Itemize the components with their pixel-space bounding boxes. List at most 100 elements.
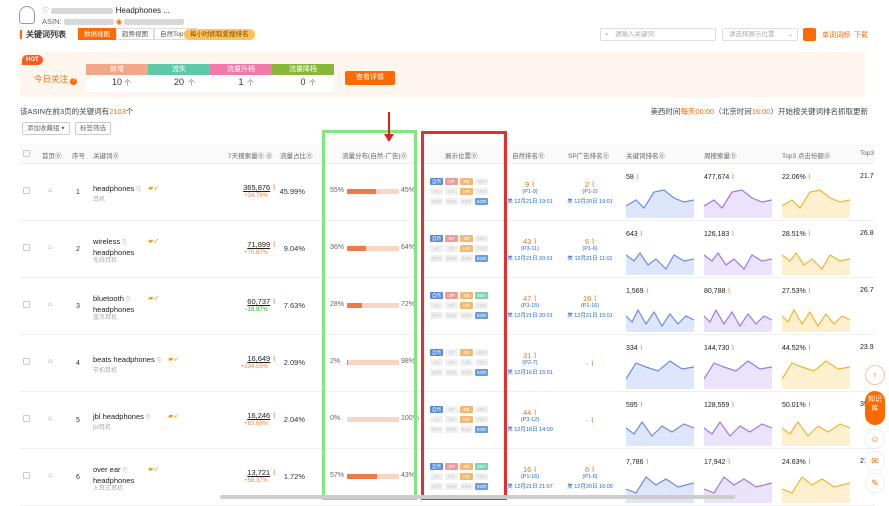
position-chip: SB: [460, 463, 473, 470]
natural-rank[interactable]: 9 ⌇: [504, 180, 556, 189]
row-checkbox[interactable]: [23, 187, 30, 194]
customer-service-icon[interactable]: ☺: [865, 429, 885, 449]
keyword-text[interactable]: over ear ⎘ headphones: [93, 465, 134, 485]
natural-rank[interactable]: 43 ⌇: [504, 237, 556, 246]
position-chip: 自然: [430, 349, 443, 356]
heart-icon[interactable]: ♡: [42, 6, 49, 15]
tag-icon[interactable]: ⌂: [48, 358, 52, 365]
folder-icon[interactable]: ▰➶: [148, 465, 159, 473]
tag-filter-button[interactable]: 标签筛选: [75, 122, 111, 135]
th-top3[interactable]: Top3 点击份额⓪: [782, 150, 830, 160]
position-chip: SP: [445, 292, 458, 299]
weekly-volume-sparkline[interactable]: [704, 292, 772, 332]
th-natural[interactable]: 自然排名⓪: [512, 150, 545, 160]
tag-icon[interactable]: ⌂: [48, 244, 52, 251]
row-index: 2: [76, 246, 80, 253]
weekly-volume-sparkline[interactable]: [704, 406, 772, 446]
top3-share-sparkline[interactable]: [782, 349, 850, 389]
tab-data-view[interactable]: 数据视图: [78, 28, 116, 40]
natural-rank[interactable]: 31 ⌇: [504, 351, 556, 360]
row-checkbox[interactable]: [23, 415, 30, 422]
card-up[interactable]: 流量升档 1 个: [210, 64, 272, 92]
card-down[interactable]: 流量降档 0 个: [272, 64, 334, 92]
keyword-rank-sparkline[interactable]: [626, 235, 694, 275]
natural-rank[interactable]: 16 ⌇: [504, 465, 556, 474]
chat-icon[interactable]: ✉: [865, 451, 885, 471]
th-volume[interactable]: 周搜索量⓪: [704, 150, 737, 160]
top3-share-sparkline[interactable]: [782, 178, 850, 218]
position-chip: EDR: [460, 255, 473, 262]
keyword-rank-sparkline[interactable]: [626, 349, 694, 389]
keyword-text[interactable]: wireless ⎘ headphones: [93, 237, 134, 257]
tab-trend-view[interactable]: 趋势视图: [116, 28, 154, 40]
th-search7[interactable]: 7天搜索量⓪ ⓪: [228, 150, 272, 160]
feedback-icon[interactable]: ✎: [865, 473, 885, 493]
asin-label: ASIN:: [42, 17, 62, 26]
th-sp[interactable]: SP广告排名⓪: [568, 150, 609, 160]
weekly-volume-sparkline[interactable]: [704, 178, 772, 218]
table-row[interactable]: ⌂ 1 headphones ⎘ ▰➶ 耳机 365,876 ⌇ +34.76% 45.99%…: [20, 164, 875, 221]
folder-icon[interactable]: ▰➶: [148, 184, 159, 192]
position-chip: AC: [430, 359, 443, 366]
folder-icon[interactable]: ▰➶: [168, 412, 179, 420]
keyword-translation: 无线耳机: [93, 258, 118, 264]
tag-icon[interactable]: ⌂: [48, 187, 52, 194]
position-chip: 自然: [430, 292, 443, 299]
weekly-volume-sparkline[interactable]: [704, 349, 772, 389]
view-details-button[interactable]: 查看详情: [345, 71, 395, 85]
table-row[interactable]: ⌂ 2 wireless ⎘ headphones ▰➶ 无线耳机 71,899 ⌇ +70.…: [20, 221, 875, 278]
export-button[interactable]: [803, 28, 816, 41]
position-select[interactable]: 请选择展示位置 ⌄: [722, 28, 798, 41]
weekly-volume-sparkline[interactable]: [704, 235, 772, 275]
folder-icon[interactable]: ▰➶: [148, 237, 159, 245]
search-volume-delta: +70.87%: [244, 250, 268, 256]
sp-rank[interactable]: 6 ⌇: [564, 465, 616, 474]
keyword-rank-sparkline[interactable]: [626, 406, 694, 446]
sp-rank[interactable]: 16 ⌇: [564, 294, 616, 303]
position-chip: SP: [445, 178, 458, 185]
product-thumbnail[interactable]: [19, 6, 35, 24]
top3-share-sparkline[interactable]: [782, 406, 850, 446]
card-new[interactable]: 新增 10 个: [86, 64, 148, 92]
download-link[interactable]: 下载: [854, 30, 868, 40]
row-checkbox[interactable]: [23, 358, 30, 365]
top3-share-sparkline[interactable]: [782, 463, 850, 503]
natural-rank[interactable]: 47 ⌇: [504, 294, 556, 303]
tag-icon[interactable]: ⌂: [48, 472, 52, 479]
add-group-button[interactable]: 添加收藏组 ▾: [22, 122, 70, 135]
position-chip: SBV: [475, 349, 488, 356]
natural-rank[interactable]: 44 ⌇: [504, 408, 556, 417]
position-chip: ODR: [445, 483, 458, 490]
th-share[interactable]: 流量占比⓪: [280, 150, 313, 160]
table-row[interactable]: ⌂ 4 beats headphones ⎘ ▰➶ 节拍耳机 16,649 ⌇ +234.5…: [20, 335, 875, 392]
hourly-fetch-badge[interactable]: 每小时抓取爱搜排名: [184, 29, 255, 40]
sp-rank[interactable]: - ⌇: [564, 416, 616, 425]
tag-icon[interactable]: ⌂: [48, 415, 52, 422]
scroll-top-icon[interactable]: ↑: [865, 365, 885, 385]
card-lost[interactable]: 流失 20 个: [148, 64, 210, 92]
traffic-share: 2.04%: [283, 415, 305, 424]
horizontal-scrollbar[interactable]: [220, 495, 735, 499]
tag-icon[interactable]: ⌂: [48, 301, 52, 308]
row-checkbox[interactable]: [23, 472, 30, 479]
keyword-rank-sparkline[interactable]: [626, 178, 694, 218]
row-checkbox[interactable]: [23, 244, 30, 251]
store-icon[interactable]: ◉: [116, 17, 123, 26]
keyword-search-input[interactable]: ⌕ 请输入关键词: [600, 28, 716, 41]
knowledge-base-button[interactable]: 知识库: [865, 391, 885, 425]
table-row[interactable]: ⌂ 3 bluetooth ⎘ headphones ▰➶ 蓝牙耳机 60,737 ⌇ -18…: [20, 278, 875, 335]
sp-rank[interactable]: 6 ⌇: [564, 237, 616, 246]
product-title[interactable]: ♡ Headphones ...: [42, 6, 170, 15]
single-word-link[interactable]: 单词词频: [822, 30, 850, 40]
top3-share-sparkline[interactable]: [782, 292, 850, 332]
select-all-checkbox[interactable]: [23, 150, 30, 157]
row-checkbox[interactable]: [23, 301, 30, 308]
folder-icon[interactable]: ▰➶: [148, 294, 159, 302]
sp-rank[interactable]: - ⌇: [564, 359, 616, 368]
table-row[interactable]: ⌂ 5 jbl headphones ⎘ ▰➶ jbl耳机 16,246 ⌇ +63.69%…: [20, 392, 875, 449]
keyword-text[interactable]: bluetooth ⎘ headphones: [93, 294, 134, 314]
folder-icon[interactable]: ▰➶: [168, 355, 179, 363]
keyword-rank-sparkline[interactable]: [626, 292, 694, 332]
top3-share-sparkline[interactable]: [782, 235, 850, 275]
sp-rank[interactable]: 2 ⌇: [564, 180, 616, 189]
